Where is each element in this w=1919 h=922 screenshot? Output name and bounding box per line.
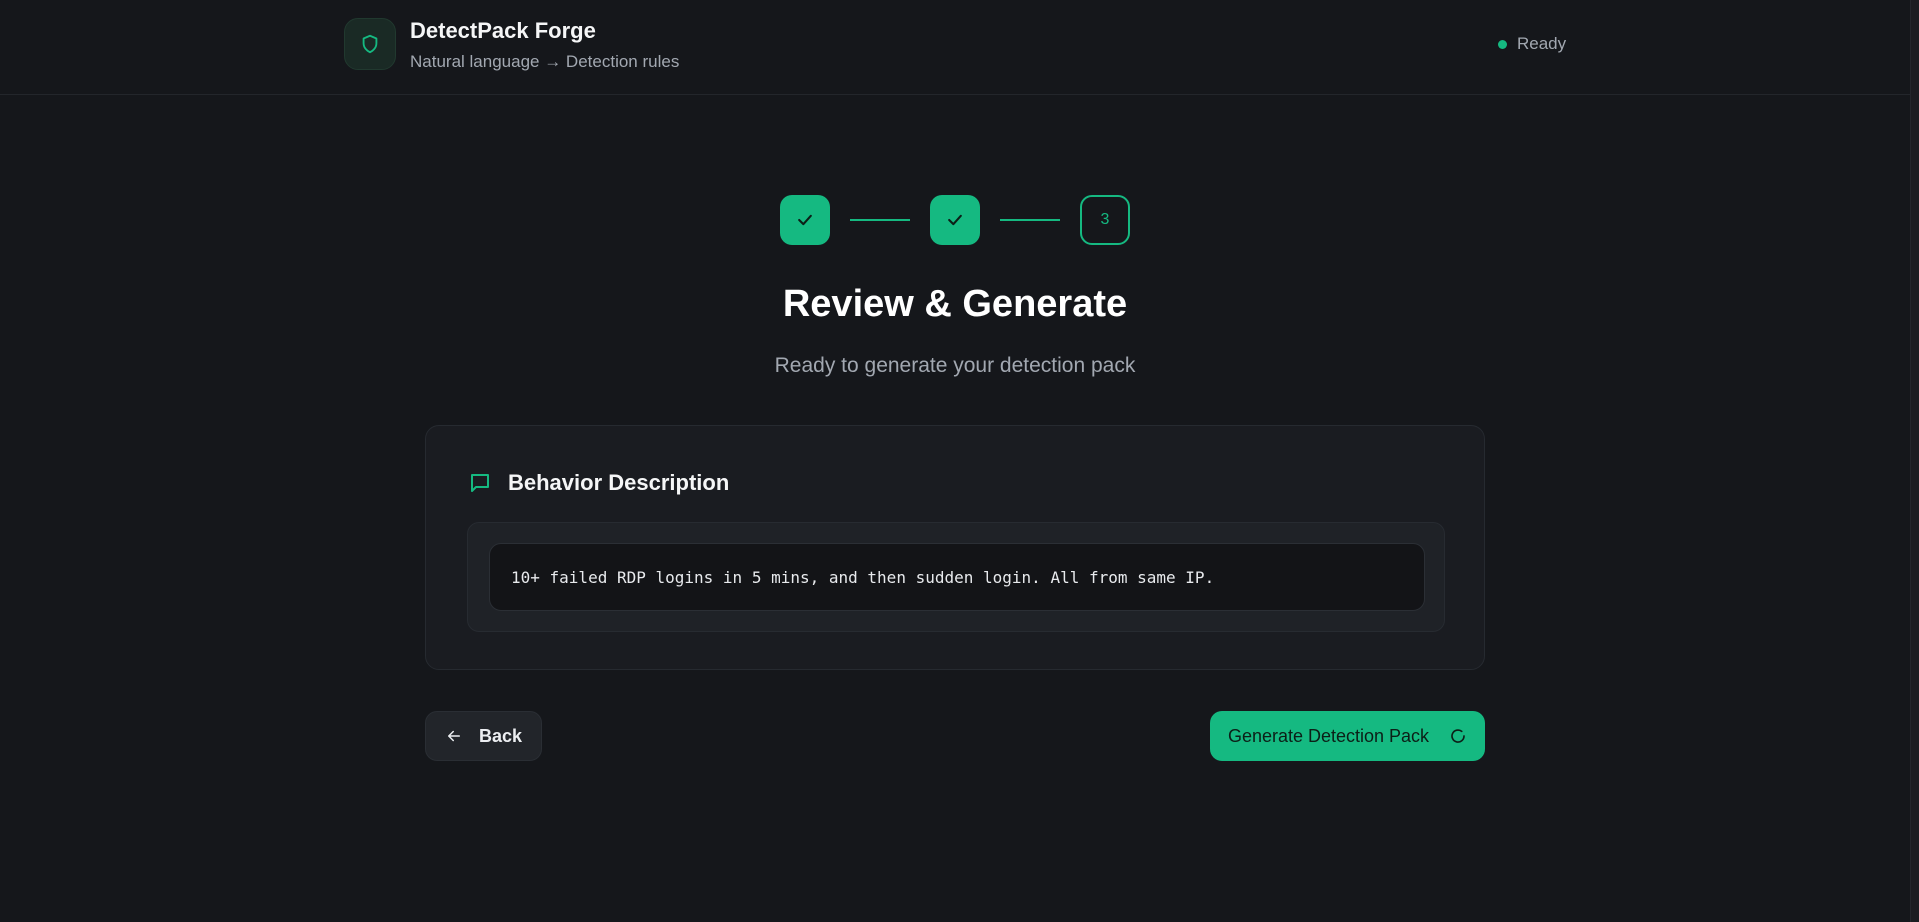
- back-button-label: Back: [478, 725, 523, 746]
- step-1-complete: [780, 195, 830, 245]
- app-header: DetectPack Forge Natural language → Dete…: [0, 0, 1910, 95]
- check-icon: [798, 214, 812, 226]
- app-subtitle: Natural language → Detection rules: [410, 52, 680, 71]
- chat-bubble-icon: [471, 474, 489, 492]
- back-button[interactable]: Back: [425, 711, 542, 761]
- status-dot-icon: [1498, 39, 1507, 49]
- step-connector: [850, 219, 910, 221]
- scrollbar[interactable]: [1910, 0, 1919, 922]
- page-title: Review & Generate: [782, 283, 1128, 325]
- loading-spinner-icon: [1451, 729, 1465, 743]
- step-2-complete: [930, 195, 980, 245]
- behavior-description-card: Behavior Description 10+ failed RDP logi…: [425, 425, 1485, 670]
- behavior-description-text: 10+ failed RDP logins in 5 mins, and the…: [489, 543, 1425, 611]
- page-subtitle: Ready to generate your detection pack: [774, 354, 1136, 377]
- shield-icon: [362, 34, 378, 54]
- check-icon: [948, 214, 962, 226]
- progress-stepper: 3: [780, 195, 1130, 245]
- arrow-left-icon: [447, 730, 460, 742]
- card-title: Behavior Description: [508, 470, 730, 495]
- generate-detection-pack-button[interactable]: Generate Detection Pack: [1210, 711, 1485, 761]
- status-text: Ready: [1517, 34, 1567, 53]
- app-logo: [344, 18, 396, 70]
- step-connector: [1000, 219, 1060, 221]
- step-3-current: 3: [1080, 195, 1130, 245]
- status-indicator: Ready: [1498, 34, 1566, 54]
- description-container: 10+ failed RDP logins in 5 mins, and the…: [467, 522, 1445, 632]
- app-title: DetectPack Forge: [410, 18, 596, 43]
- card-header: Behavior Description: [468, 470, 729, 496]
- generate-button-label: Generate Detection Pack: [1227, 725, 1430, 746]
